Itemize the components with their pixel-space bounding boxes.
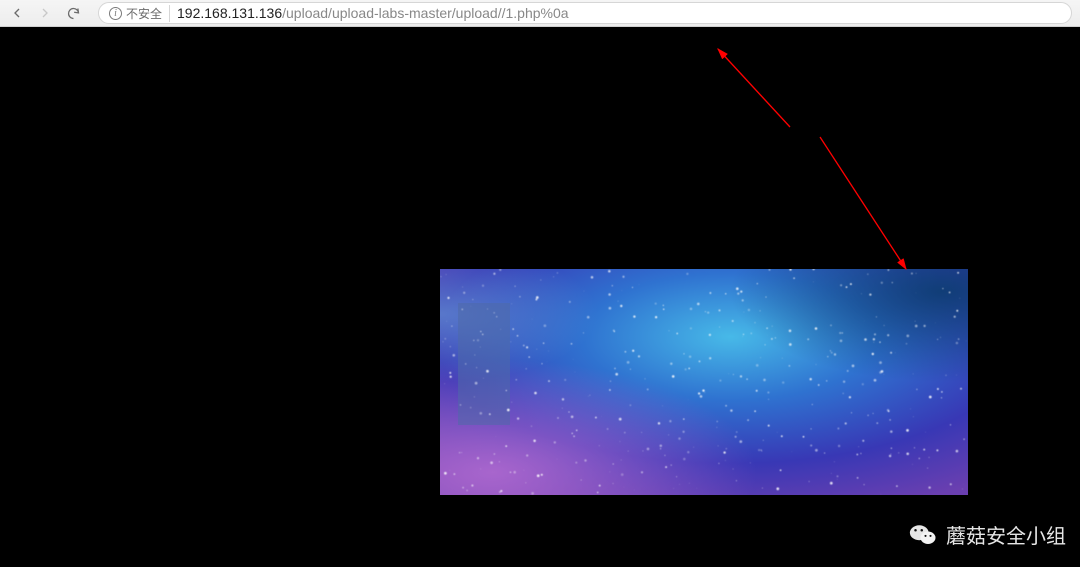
page-viewport: 蘑菇安全小组 bbox=[0, 27, 1080, 567]
address-bar[interactable]: i 不安全 192.168.131.136/upload/upload-labs… bbox=[98, 2, 1072, 24]
browser-toolbar: i 不安全 192.168.131.136/upload/upload-labs… bbox=[0, 0, 1080, 27]
back-button[interactable] bbox=[8, 4, 26, 22]
url-host: 192.168.131.136 bbox=[177, 5, 282, 21]
watermark: 蘑菇安全小组 bbox=[908, 519, 1066, 549]
forward-button[interactable] bbox=[36, 4, 54, 22]
reload-button[interactable] bbox=[64, 4, 82, 22]
watermark-text: 蘑菇安全小组 bbox=[946, 520, 1066, 549]
uploaded-image bbox=[440, 269, 968, 495]
url-text: 192.168.131.136/upload/upload-labs-maste… bbox=[177, 5, 569, 21]
url-path: /upload/upload-labs-master/upload//1.php… bbox=[282, 5, 568, 21]
info-icon: i bbox=[109, 7, 122, 20]
security-label: 不安全 bbox=[126, 5, 162, 22]
wechat-icon bbox=[908, 519, 938, 549]
security-indicator[interactable]: i 不安全 bbox=[109, 5, 170, 22]
